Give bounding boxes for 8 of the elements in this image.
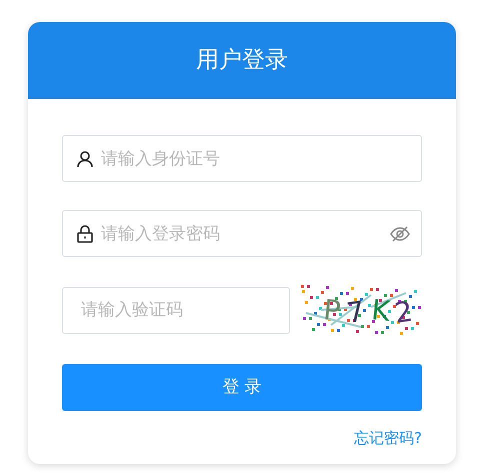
- form-title: 用户登录: [28, 22, 456, 99]
- input-field[interactable]: 请输入验证码: [62, 286, 290, 334]
- login-button[interactable]: 登 录: [62, 364, 422, 411]
- hidden-eye-icon[interactable]: [390, 226, 410, 242]
- captcha-image[interactable]: P7K2: [301, 285, 421, 335]
- forgot-password-link[interactable]: 忘记密码?: [354, 427, 422, 450]
- input-field[interactable]: 请输入身份证号: [62, 135, 422, 182]
- input-field[interactable]: 请输入登录密码: [62, 210, 422, 257]
